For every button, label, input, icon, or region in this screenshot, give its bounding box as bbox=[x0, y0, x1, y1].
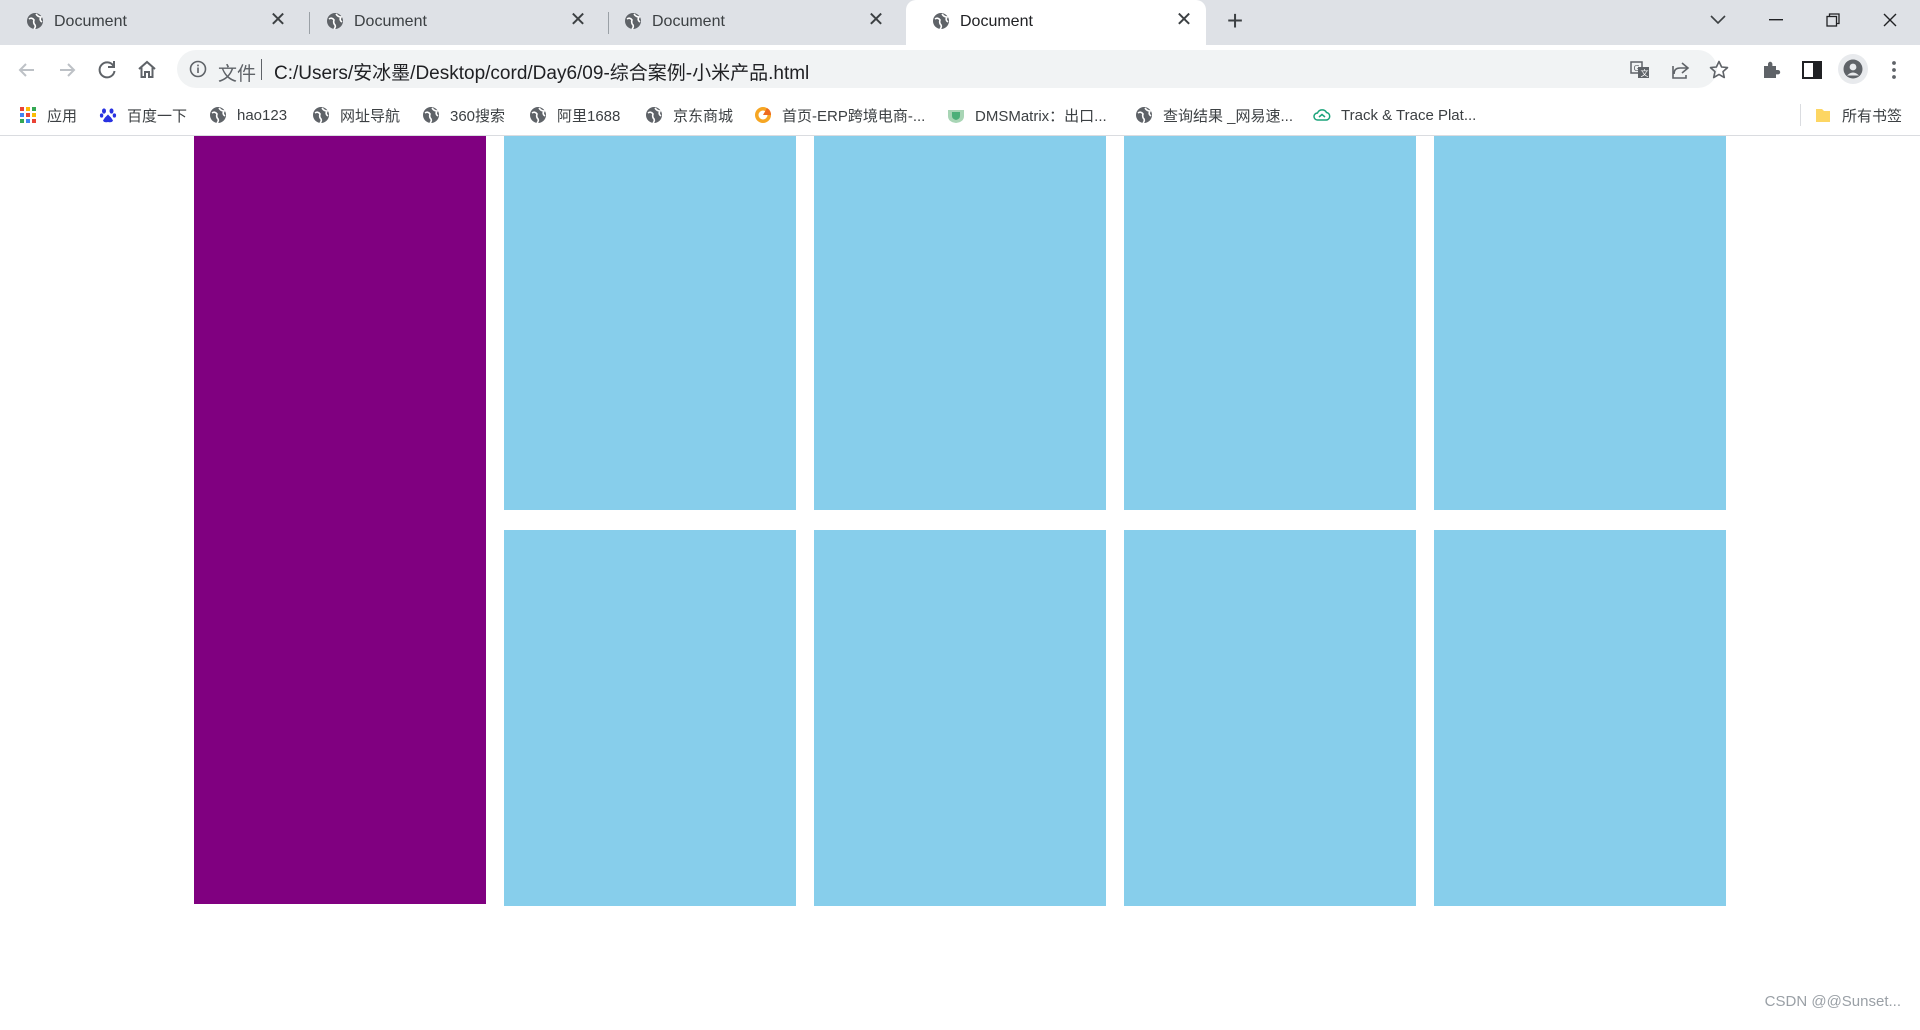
tab-search-button[interactable] bbox=[1690, 0, 1746, 40]
forward-arrow-icon[interactable] bbox=[54, 57, 80, 83]
bookmark-erp[interactable]: 首页-ERP跨境电商-... bbox=[754, 104, 925, 126]
product-box bbox=[1124, 136, 1416, 510]
extensions-puzzle-icon[interactable] bbox=[1760, 58, 1784, 82]
bookmark-apps[interactable]: 应用 bbox=[19, 104, 77, 126]
bookmark-dms[interactable]: DMSMatrix：出口... bbox=[947, 104, 1107, 126]
bookmark-360[interactable]: 360搜索 bbox=[422, 104, 505, 126]
product-box bbox=[504, 530, 796, 906]
address-scheme: 文件 bbox=[218, 64, 257, 85]
tab-title: Document bbox=[354, 13, 427, 30]
browser-toolbar: 文件 C:/Users/安冰墨/Desktop/cord/Day6/09-综合案… bbox=[0, 45, 1920, 94]
bookmark-label: 阿里1688 bbox=[557, 107, 621, 125]
minimize-icon bbox=[1769, 19, 1783, 21]
globe-icon bbox=[933, 13, 949, 30]
all-bookmarks-label: 所有书签 bbox=[1842, 107, 1903, 125]
bookmark-track[interactable]: Track & Trace Plat... bbox=[1313, 104, 1476, 126]
translate-icon[interactable]: G文 bbox=[1629, 59, 1651, 81]
globe-icon bbox=[327, 13, 343, 30]
back-arrow-icon[interactable] bbox=[14, 57, 40, 83]
left-product-box bbox=[194, 136, 486, 904]
product-box bbox=[504, 136, 796, 510]
bookmark-jd[interactable]: 京东商城 bbox=[645, 104, 733, 126]
close-tab-icon[interactable]: ✕ bbox=[866, 10, 886, 30]
bookmark-baidu[interactable]: 百度一下 bbox=[99, 104, 187, 126]
tab-1[interactable]: Document ✕ bbox=[0, 0, 300, 45]
product-box bbox=[814, 530, 1106, 906]
bookmark-1688[interactable]: 阿里1688 bbox=[529, 104, 620, 126]
globe-icon bbox=[423, 107, 439, 124]
bookmark-label: Track & Trace Plat... bbox=[1341, 106, 1477, 124]
baidu-paw-icon bbox=[99, 108, 117, 123]
bookmark-query[interactable]: 查询结果 _网易速... bbox=[1135, 104, 1293, 126]
tab-4-active[interactable]: Document ✕ bbox=[906, 0, 1206, 45]
bookmark-hao123[interactable]: hao123 bbox=[209, 104, 287, 126]
tab-2[interactable]: Document ✕ bbox=[300, 0, 600, 45]
tab-title: Document bbox=[652, 13, 725, 30]
folder-icon bbox=[1816, 109, 1830, 122]
bookmark-label: 网址导航 bbox=[340, 107, 401, 125]
product-box bbox=[1124, 530, 1416, 906]
tab-title: Document bbox=[54, 13, 127, 30]
person-icon bbox=[1843, 59, 1863, 79]
tab-title: Document bbox=[960, 13, 1033, 30]
side-panel-icon[interactable] bbox=[1800, 58, 1824, 82]
bookmarks-divider bbox=[1800, 104, 1801, 126]
all-bookmarks-folder[interactable]: 所有书签 bbox=[1814, 104, 1902, 126]
bookmark-label: 360搜索 bbox=[450, 107, 506, 125]
bookmark-label: 首页-ERP跨境电商-... bbox=[782, 107, 926, 125]
globe-icon bbox=[625, 13, 641, 30]
bookmark-star-icon[interactable] bbox=[1708, 59, 1730, 81]
address-url[interactable]: C:/Users/安冰墨/Desktop/cord/Day6/09-综合案例-小… bbox=[274, 58, 809, 85]
bookmarks-bar: 应用 百度一下 hao123 网址导航 360搜索 阿里1688 京东商城 首页… bbox=[0, 94, 1920, 136]
bookmark-label: DMSMatrix：出口... bbox=[975, 107, 1107, 125]
close-window-button[interactable] bbox=[1862, 0, 1918, 40]
apps-grid-icon bbox=[20, 107, 36, 123]
csdn-watermark: CSDN @@Sunset... bbox=[1764, 993, 1901, 1010]
tab-3[interactable]: Document ✕ bbox=[598, 0, 898, 45]
close-tab-icon[interactable]: ✕ bbox=[1174, 10, 1194, 30]
globe-icon bbox=[1136, 107, 1152, 124]
erp-logo-icon bbox=[755, 107, 772, 123]
product-box bbox=[1434, 136, 1726, 510]
home-icon[interactable] bbox=[134, 57, 160, 83]
page-viewport: CSDN @@Sunset... bbox=[0, 136, 1920, 1030]
more-menu-icon[interactable] bbox=[1882, 58, 1906, 82]
profile-avatar[interactable] bbox=[1838, 54, 1868, 84]
bookmark-nav[interactable]: 网址导航 bbox=[312, 104, 400, 126]
close-tab-icon[interactable]: ✕ bbox=[568, 10, 588, 30]
svg-text:文: 文 bbox=[1641, 68, 1649, 78]
bookmark-label: 京东商城 bbox=[673, 107, 734, 125]
bookmark-label: hao123 bbox=[237, 106, 288, 124]
globe-icon bbox=[210, 107, 226, 124]
globe-icon bbox=[27, 13, 43, 30]
globe-icon bbox=[646, 107, 662, 124]
chevron-down-icon bbox=[1710, 15, 1726, 25]
address-divider bbox=[261, 59, 262, 80]
bookmark-label: 百度一下 bbox=[127, 107, 188, 125]
restore-button[interactable] bbox=[1805, 0, 1861, 40]
bookmark-label: 应用 bbox=[47, 107, 78, 125]
info-icon[interactable] bbox=[189, 60, 207, 78]
globe-icon bbox=[313, 107, 329, 124]
share-icon[interactable] bbox=[1669, 59, 1691, 81]
address-bar[interactable]: 文件 C:/Users/安冰墨/Desktop/cord/Day6/09-综合案… bbox=[177, 50, 1729, 88]
globe-icon bbox=[530, 107, 546, 124]
bookmark-label: 查询结果 _网易速... bbox=[1163, 107, 1294, 125]
svg-text:G: G bbox=[1634, 64, 1640, 73]
dms-logo-icon bbox=[948, 110, 964, 123]
minimize-button[interactable] bbox=[1748, 0, 1804, 40]
close-tab-icon[interactable]: ✕ bbox=[268, 10, 288, 30]
close-icon bbox=[1883, 13, 1897, 27]
new-tab-button[interactable]: + bbox=[1221, 7, 1249, 36]
reload-icon[interactable] bbox=[94, 57, 120, 83]
product-box bbox=[1434, 530, 1726, 906]
cloud-icon bbox=[1313, 109, 1331, 121]
restore-icon bbox=[1826, 13, 1840, 27]
tab-strip: Document ✕ Document ✕ Document ✕ Documen… bbox=[0, 0, 1920, 45]
product-box bbox=[814, 136, 1106, 510]
